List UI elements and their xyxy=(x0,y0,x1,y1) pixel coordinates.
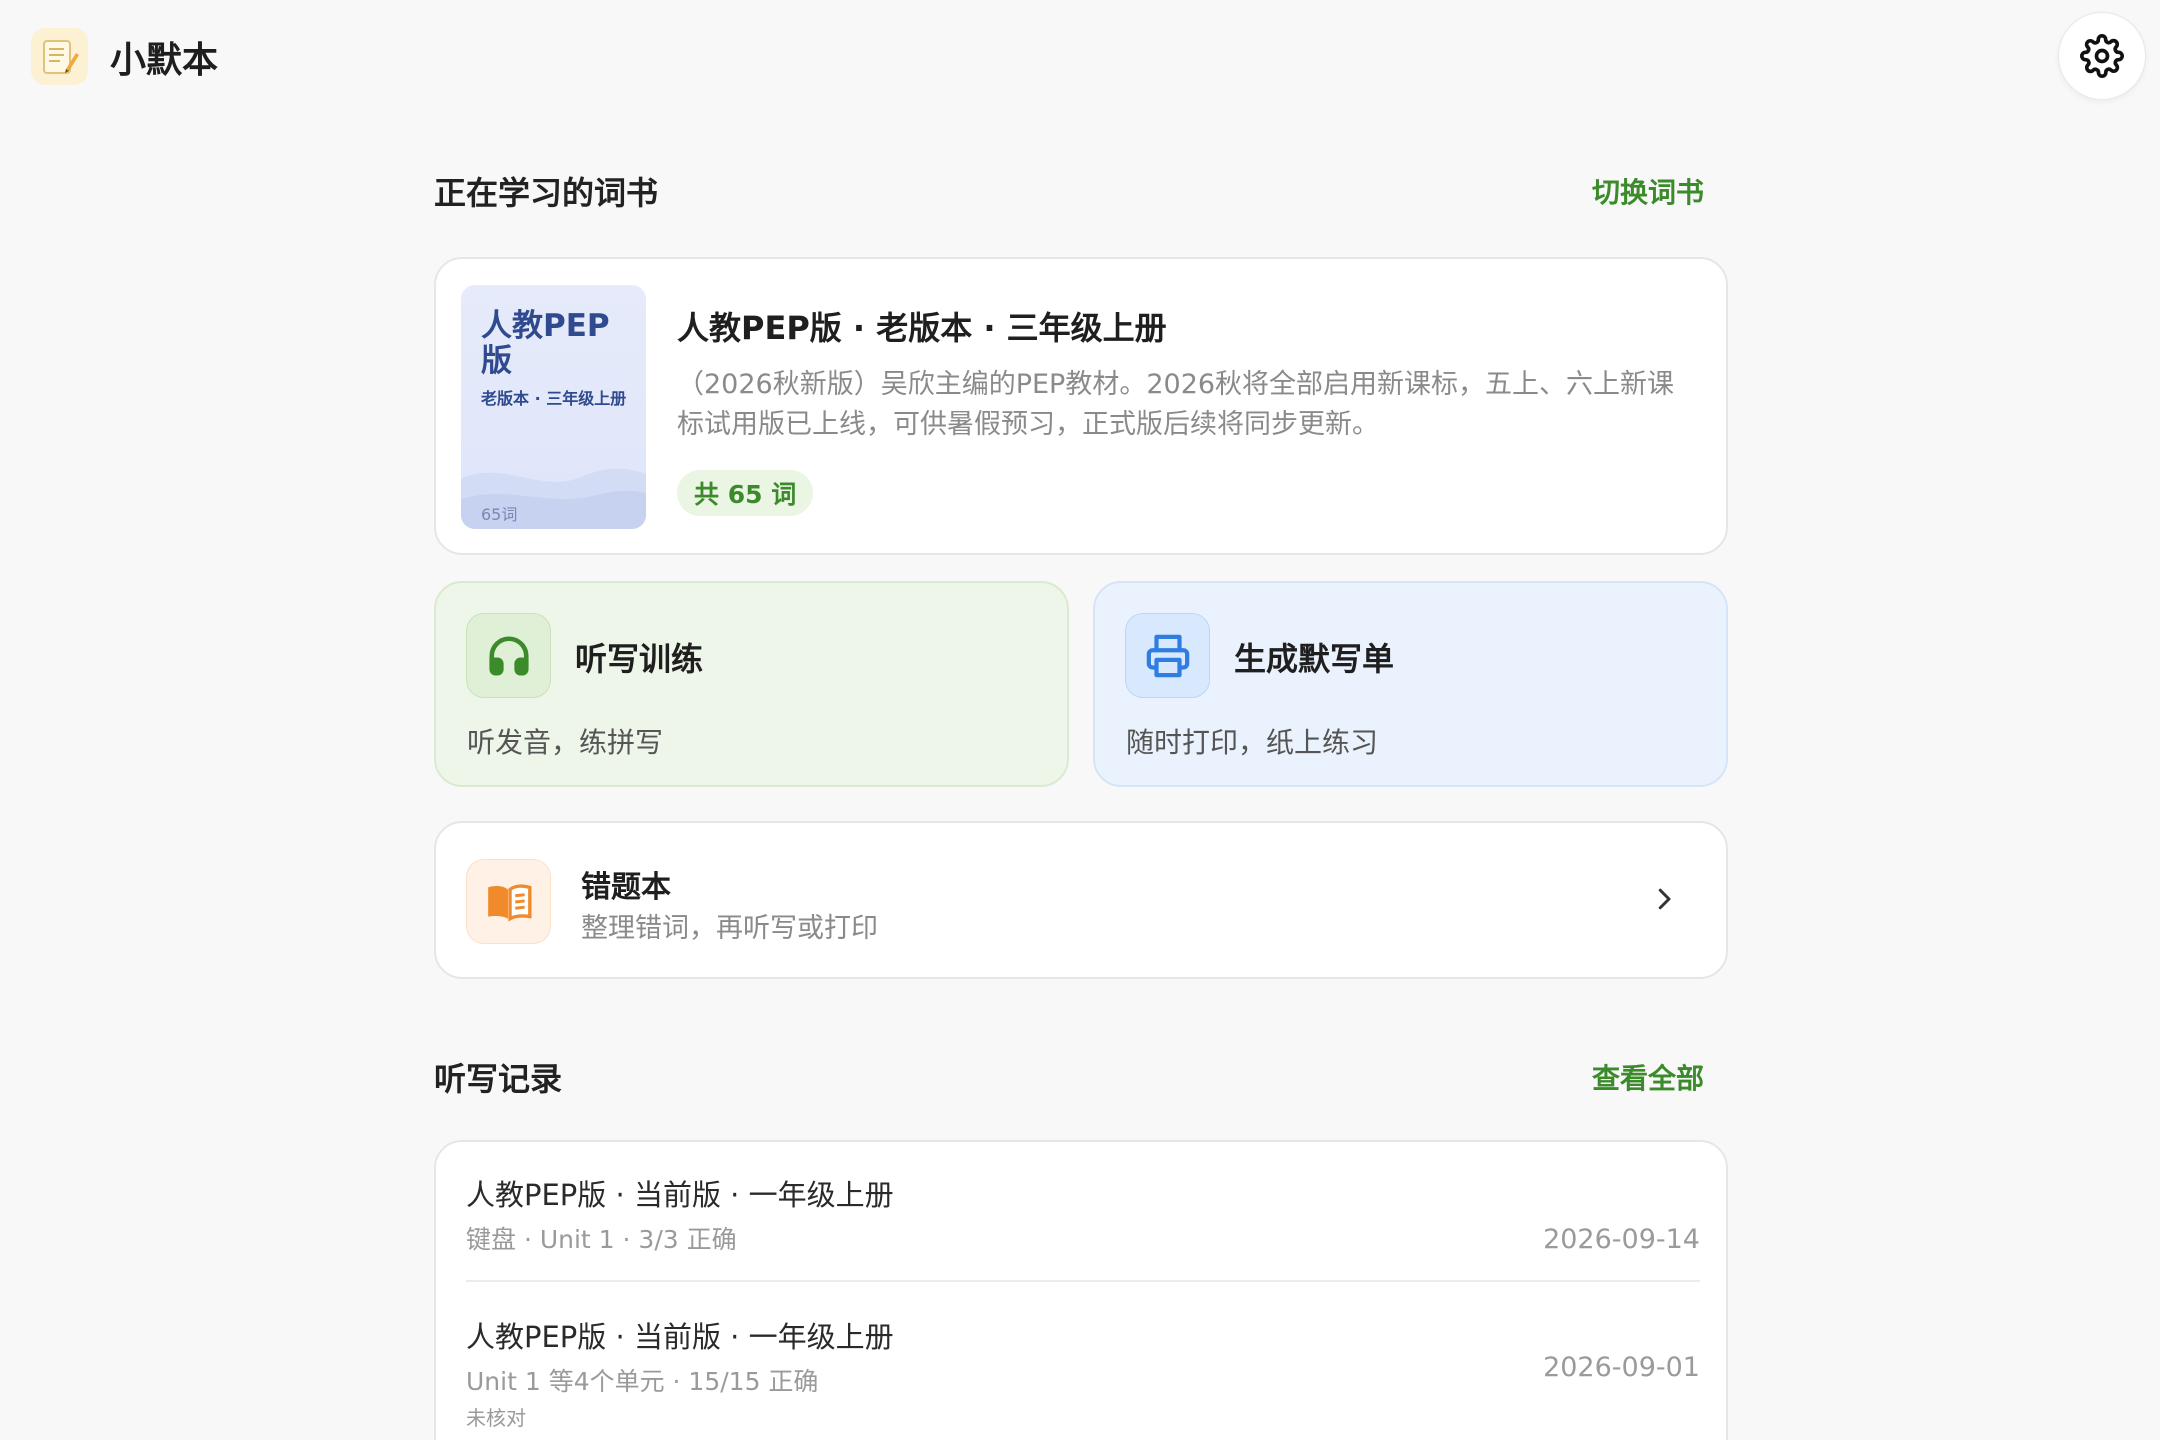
app-title: 小默本 xyxy=(110,39,219,81)
word-count-badge: 共 65 词 xyxy=(677,470,814,516)
switch-book-link[interactable]: 切换词书 xyxy=(1592,171,1704,211)
app-logo-group: 小默本 xyxy=(31,28,218,85)
current-book-section-header: 正在学习的词书 切换词书 xyxy=(434,168,1704,214)
wrong-words-title: 错题本 xyxy=(581,870,671,905)
book-description: （2026秋新版）吴欣主编的PEP教材。2026秋将全部启用新课标，五上、六上新… xyxy=(677,369,1675,440)
records-section-header: 听写记录 查看全部 xyxy=(434,1054,1704,1100)
open-book-icon xyxy=(466,859,551,944)
generate-sheet-desc: 随时打印，纸上练习 xyxy=(1126,726,1379,759)
current-book-card[interactable]: 人教PEP版 老版本 · 三年级上册 65词 人教PEP版 · 老版本 · 三年… xyxy=(434,257,1728,555)
wrong-words-card[interactable]: 错题本 整理错词，再听写或打印 xyxy=(434,821,1728,979)
generate-sheet-title: 生成默写单 xyxy=(1234,640,1395,678)
record-meta: 键盘 · Unit 1 · 3/3 正确 xyxy=(466,1225,737,1254)
generate-sheet-card[interactable]: 生成默写单 随时打印，纸上练习 xyxy=(1093,581,1728,787)
printer-icon xyxy=(1125,613,1210,698)
settings-button[interactable] xyxy=(2058,12,2146,100)
record-date: 2026-09-14 xyxy=(1543,1224,1700,1255)
record-date: 2026-09-01 xyxy=(1543,1352,1700,1383)
headphones-icon xyxy=(466,613,551,698)
record-item[interactable]: 人教PEP版 · 当前版 · 一年级上册 键盘 · Unit 1 · 3/3 正… xyxy=(466,1172,1700,1282)
record-meta: Unit 1 等4个单元 · 15/15 正确 xyxy=(466,1367,819,1396)
chevron-right-icon xyxy=(1646,881,1682,917)
app-header: 小默本 xyxy=(0,0,2160,112)
record-title: 人教PEP版 · 当前版 · 一年级上册 xyxy=(466,1178,894,1212)
dictation-desc: 听发音，练拼写 xyxy=(467,726,664,759)
record-item[interactable]: 人教PEP版 · 当前版 · 一年级上册 Unit 1 等4个单元 · 15/1… xyxy=(466,1314,1700,1440)
records-list-card: 人教PEP版 · 当前版 · 一年级上册 键盘 · Unit 1 · 3/3 正… xyxy=(434,1140,1728,1440)
cover-title: 人教PEP版 xyxy=(481,308,610,379)
records-section-title: 听写记录 xyxy=(434,1060,563,1098)
book-cover: 人教PEP版 老版本 · 三年级上册 65词 xyxy=(461,285,646,529)
dictation-training-card[interactable]: 听写训练 听发音，练拼写 xyxy=(434,581,1069,787)
notepad-logo-icon xyxy=(31,28,88,85)
dictation-title: 听写训练 xyxy=(575,640,704,678)
cover-word-count: 65词 xyxy=(481,505,518,524)
record-status-note: 未核对 xyxy=(466,1406,526,1430)
app-root: 小默本 正在学习的词书 切换词书 人教PEP版 老版本 · 三年级上册 65词 … xyxy=(0,0,2160,1440)
book-title: 人教PEP版 · 老版本 · 三年级上册 xyxy=(677,309,1167,347)
view-all-records-link[interactable]: 查看全部 xyxy=(1592,1057,1704,1097)
gear-icon xyxy=(2080,34,2124,78)
wrong-words-desc: 整理错词，再听写或打印 xyxy=(581,913,878,944)
cover-subtitle: 老版本 · 三年级上册 xyxy=(481,389,627,408)
current-book-section-title: 正在学习的词书 xyxy=(434,174,659,212)
record-title: 人教PEP版 · 当前版 · 一年级上册 xyxy=(466,1320,894,1354)
